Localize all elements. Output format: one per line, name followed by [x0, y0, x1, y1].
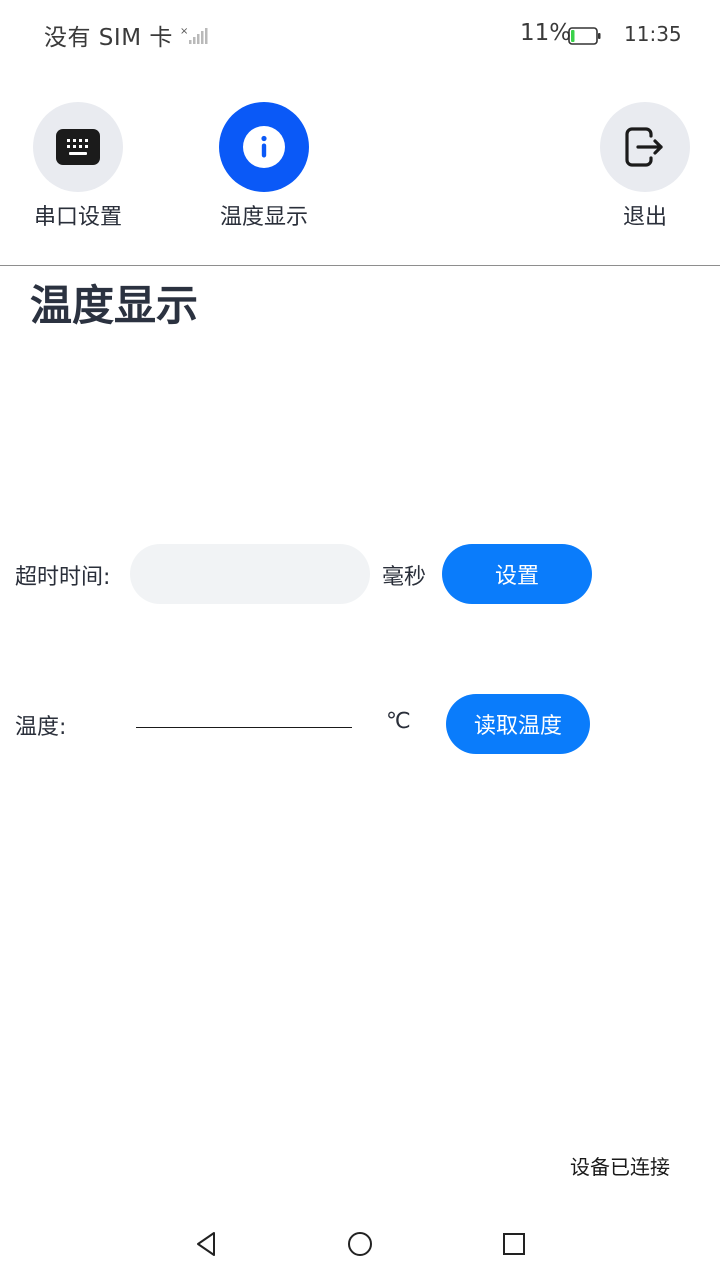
- timeout-unit: 毫秒: [382, 565, 427, 590]
- signal-icon: ×: [180, 26, 208, 44]
- nav-temperature-label: 温度显示: [219, 205, 308, 230]
- recent-square-icon[interactable]: [498, 1228, 530, 1260]
- clock: 11:35: [624, 22, 682, 46]
- temperature-underline: [136, 727, 352, 728]
- back-triangle-icon[interactable]: [190, 1228, 222, 1260]
- timeout-label: 超时时间:: [15, 565, 111, 590]
- nav-serial-circle[interactable]: [33, 102, 123, 192]
- read-temperature-button[interactable]: 读取温度: [446, 694, 590, 754]
- svg-text:×: ×: [180, 26, 188, 37]
- battery-percent: 11%: [520, 20, 572, 46]
- nav-temperature-circle[interactable]: [219, 102, 309, 192]
- temperature-unit: ℃: [386, 709, 411, 734]
- page-title: 温度显示: [30, 281, 199, 330]
- temperature-label: 温度:: [15, 715, 67, 740]
- set-timeout-button[interactable]: 设置: [442, 544, 592, 604]
- connection-status: 设备已连接: [570, 1155, 670, 1179]
- keyboard-icon: [56, 129, 100, 165]
- nav-exit-label: 退出: [622, 205, 667, 230]
- nav-serial-settings[interactable]: 串口设置: [8, 102, 148, 234]
- home-circle-icon[interactable]: [344, 1228, 376, 1260]
- sim-status: 没有 SIM 卡: [44, 25, 173, 51]
- status-bar: 没有 SIM 卡 × 11% 11:35: [0, 0, 720, 72]
- nav-serial-label: 串口设置: [33, 205, 122, 230]
- timeout-input[interactable]: [130, 544, 370, 604]
- exit-icon: [625, 127, 663, 167]
- info-icon: [243, 126, 285, 168]
- nav-temperature-display[interactable]: 温度显示: [194, 102, 334, 234]
- header-divider: [0, 265, 720, 266]
- nav-exit[interactable]: 退出: [575, 102, 715, 234]
- battery-icon: [568, 27, 601, 45]
- nav-exit-circle[interactable]: [600, 102, 690, 192]
